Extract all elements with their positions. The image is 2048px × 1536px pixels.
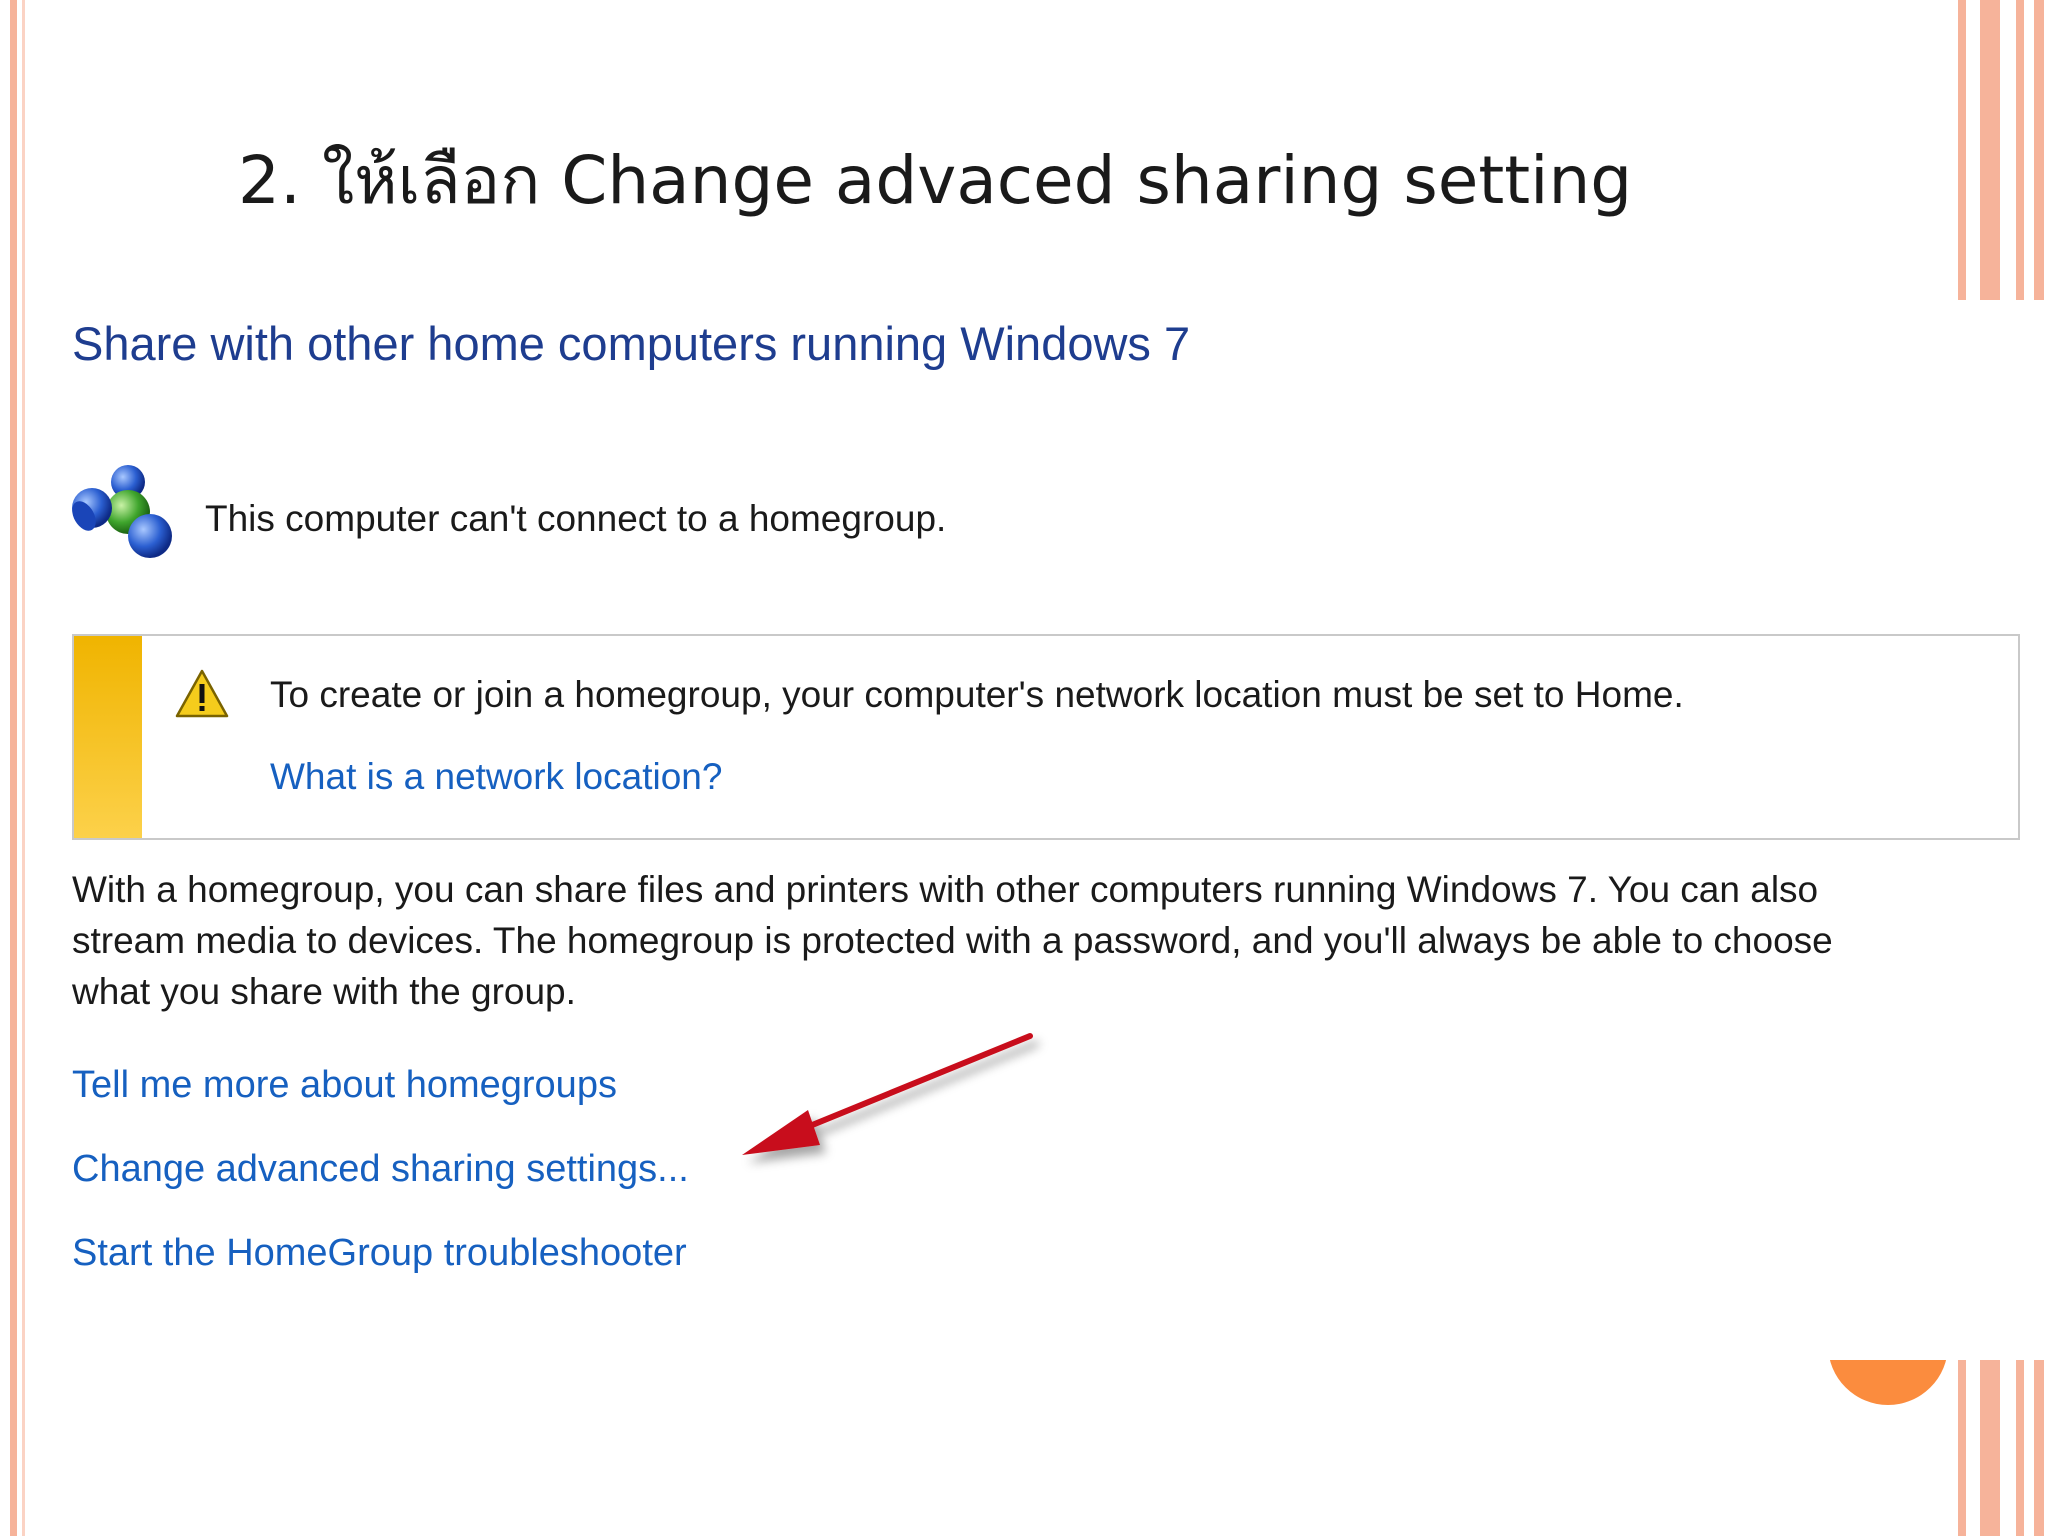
warning-bar	[74, 636, 142, 838]
description-line: stream media to devices. The homegroup i…	[72, 920, 1833, 961]
homegroup-icon	[72, 465, 172, 558]
homegroup-description: With a homegroup, you can share files an…	[72, 864, 2032, 1017]
tell-me-more-link[interactable]: Tell me more about homegroups	[72, 1064, 617, 1107]
homegroup-screenshot-panel: Share with other home computers running …	[30, 300, 2048, 1360]
change-advanced-sharing-settings-link[interactable]: Change advanced sharing settings...	[72, 1148, 689, 1191]
description-line: what you share with the group.	[72, 971, 576, 1012]
homegroup-status: This computer can't connect to a homegro…	[70, 460, 1270, 560]
page-heading: Share with other home computers running …	[72, 317, 1191, 370]
warning-triangle-icon	[175, 669, 229, 718]
status-message: This computer can't connect to a homegro…	[205, 498, 947, 539]
network-location-help-link[interactable]: What is a network location?	[270, 756, 722, 798]
homegroup-troubleshooter-link[interactable]: Start the HomeGroup troubleshooter	[72, 1232, 687, 1275]
slide: 2. ให้เลือก Change advaced sharing setti…	[0, 0, 2048, 1536]
slide-title: 2. ให้เลือก Change advaced sharing setti…	[238, 142, 1633, 219]
description-line: With a homegroup, you can share files an…	[72, 869, 1819, 910]
warning-message: To create or join a homegroup, your comp…	[270, 674, 1684, 715]
left-accent-stripe	[10, 0, 17, 1536]
warning-box: To create or join a homegroup, your comp…	[72, 634, 2020, 840]
left-accent-stripe-thin	[22, 0, 25, 1536]
